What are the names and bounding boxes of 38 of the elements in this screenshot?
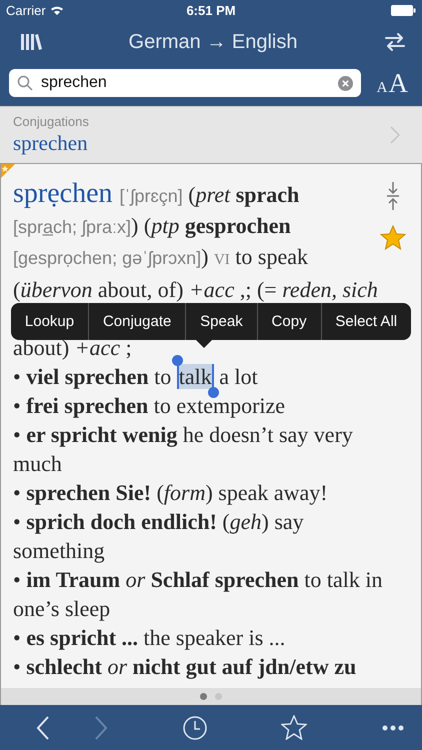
menu-item[interactable]: Conjugate [88,303,186,340]
search-input[interactable]: sprechen [41,74,330,92]
carrier-name: Carrier [6,2,46,18]
search-icon [17,75,33,91]
back-button[interactable] [36,716,50,740]
entry-headword-paragraph: sprẹchen [ˈʃprɛçn] (pret sprach [spra̲ch; ʃpraːx]) (ptp gesprochen [gesprọchen; gəˈʃprɔxn]) VI to speak (übervon about, of) +acc ,; (= reden, sich [13,179,378,304]
menu-item[interactable]: Copy [256,303,320,340]
example-phrase: • schlecht or nicht gut auf jdn/etw zu [13,653,358,681]
section-label: Conjugations [13,114,90,129]
example-phrase: • frei sprechen to extemporize [13,392,286,420]
star-icon[interactable] [380,225,406,250]
example-phrase: • sprechen Sie! (form) speak away! [13,479,329,507]
chevron-left-icon [36,716,50,740]
collapse-arrows-icon[interactable] [386,181,400,211]
menu-item[interactable]: Select All [320,303,411,340]
star-icon [281,715,308,740]
history-button[interactable] [182,716,207,740]
clear-icon[interactable] [338,76,353,90]
more-dots-icon [382,724,404,730]
swap-arrows-icon [384,32,406,52]
wifi-icon [50,5,64,15]
conjugation-link[interactable]: sprechen [13,131,390,156]
more-button[interactable] [382,724,404,730]
menu-item[interactable]: Lookup [11,303,88,340]
page-dot[interactable] [215,693,222,700]
battery-icon [391,4,416,16]
search-field[interactable]: sprechen [9,69,361,97]
window-title: German → English [128,30,298,54]
books-icon [20,33,42,51]
swap-button[interactable] [384,32,406,52]
chevron-right-icon [94,716,108,740]
page-dot[interactable] [200,693,207,700]
example-phrase: • es spricht ... the speaker is ... [13,624,286,652]
favorites-button[interactable] [281,715,308,740]
font-size-button[interactable]: AA [376,68,408,98]
library-button[interactable] [20,33,42,51]
status-time: 6:51 PM [186,2,236,18]
clock-icon [182,716,207,740]
